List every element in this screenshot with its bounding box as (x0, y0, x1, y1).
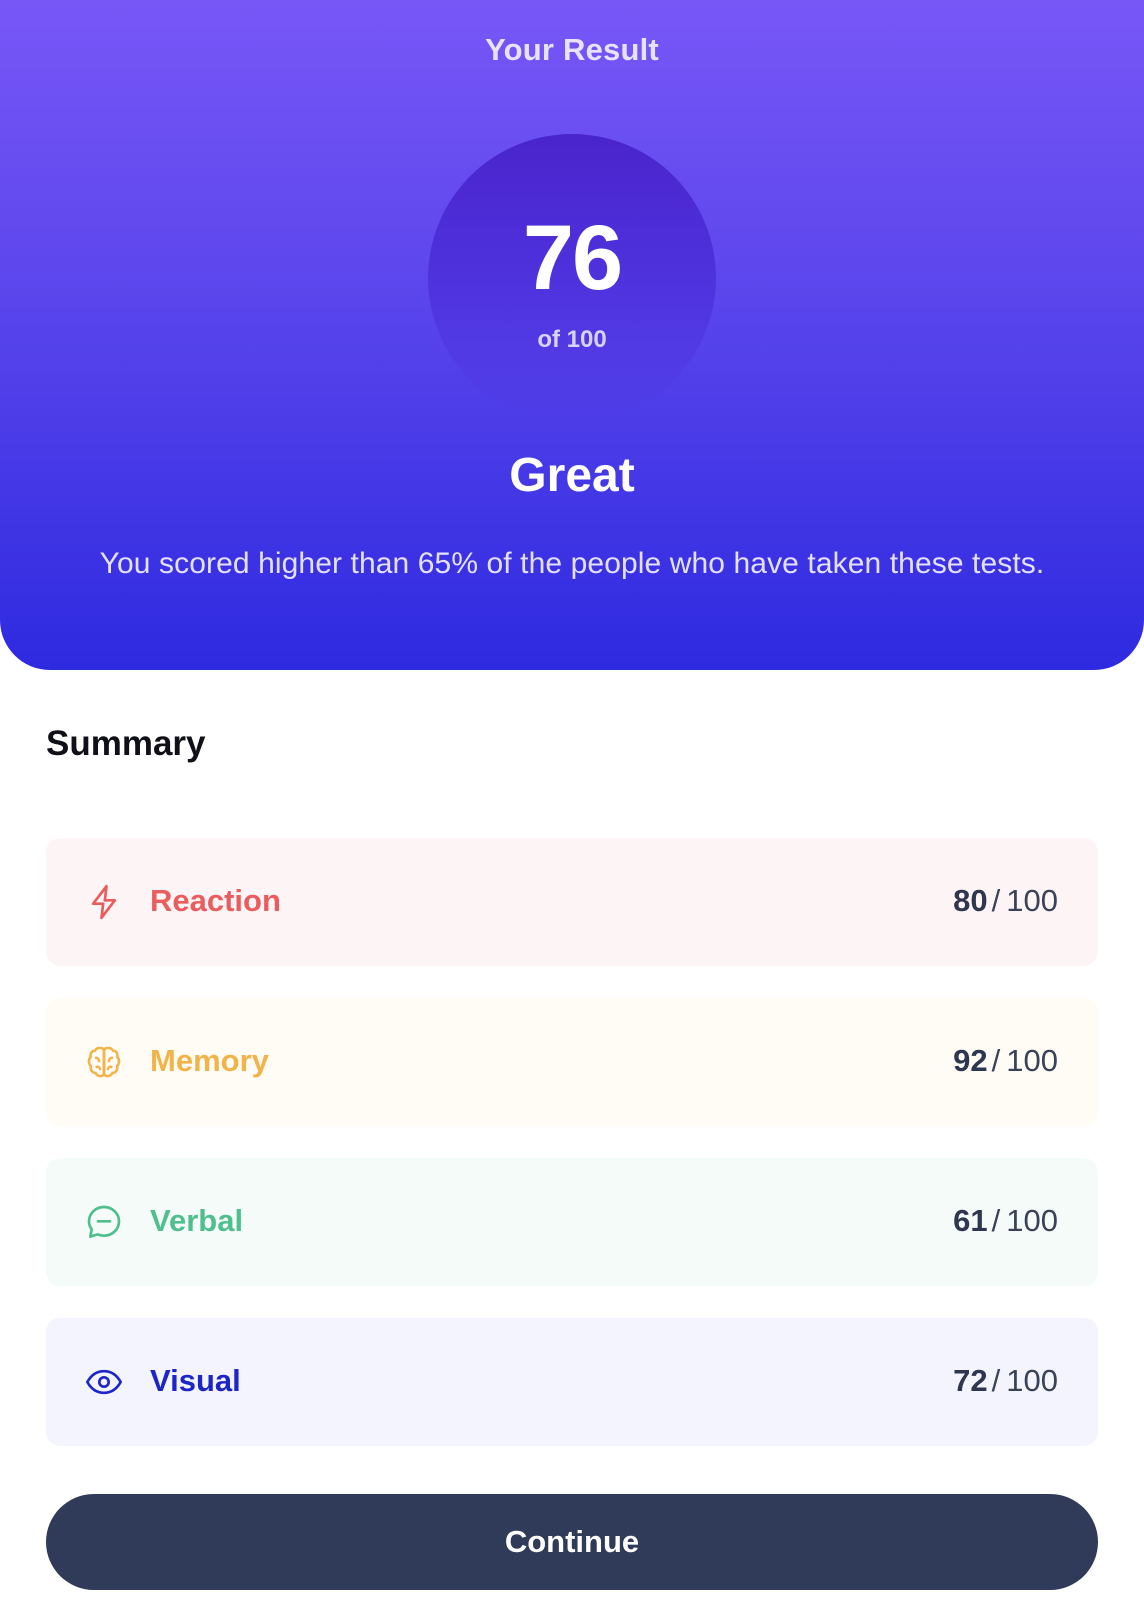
result-panel: Your Result 76 of 100 Great You scored h… (0, 0, 1144, 670)
score-separator: / (991, 1043, 1001, 1078)
score-max: 100 (1006, 1203, 1058, 1238)
summary-item-score: 92/100 (953, 1043, 1058, 1079)
score-number: 80 (953, 883, 988, 918)
score-separator: / (991, 1203, 1001, 1238)
summary-item-label: Verbal (150, 1203, 244, 1238)
score-separator: / (991, 883, 1001, 918)
score-circle: 76 of 100 (428, 134, 716, 422)
summary-item-score: 80/100 (953, 883, 1058, 919)
continue-button[interactable]: Continue (46, 1494, 1098, 1590)
summary-item-label: Visual (150, 1363, 241, 1398)
summary-item-reaction: Reaction 80/100 (46, 838, 1098, 966)
summary-item-verbal: Verbal 61/100 (46, 1158, 1098, 1286)
score-value: 76 (522, 207, 623, 309)
score-max: 100 (1006, 1363, 1058, 1398)
summary-item-memory: Memory 92/100 (46, 998, 1098, 1126)
brain-icon (84, 1042, 124, 1082)
summary-item-score: 61/100 (953, 1203, 1058, 1239)
chat-bubble-icon (84, 1202, 124, 1242)
result-description: You scored higher than 65% of the people… (99, 547, 1045, 580)
lightning-icon (84, 882, 124, 922)
summary-item-label: Reaction (150, 883, 281, 918)
score-number: 72 (953, 1363, 988, 1398)
summary-title: Summary (46, 724, 206, 763)
score-max: 100 (1006, 1043, 1058, 1078)
score-number: 61 (953, 1203, 988, 1238)
summary-item-score: 72/100 (953, 1363, 1058, 1399)
score-number: 92 (953, 1043, 988, 1078)
eye-icon (84, 1362, 124, 1402)
score-total: of 100 (537, 326, 607, 353)
results-page: Your Result 76 of 100 Great You scored h… (0, 0, 1144, 1604)
summary-item-visual: Visual 72/100 (46, 1318, 1098, 1446)
summary-item-label: Memory (150, 1043, 269, 1078)
result-rating: Great (509, 449, 635, 502)
score-max: 100 (1006, 883, 1058, 918)
result-heading: Your Result (485, 32, 659, 67)
score-separator: / (991, 1363, 1001, 1398)
